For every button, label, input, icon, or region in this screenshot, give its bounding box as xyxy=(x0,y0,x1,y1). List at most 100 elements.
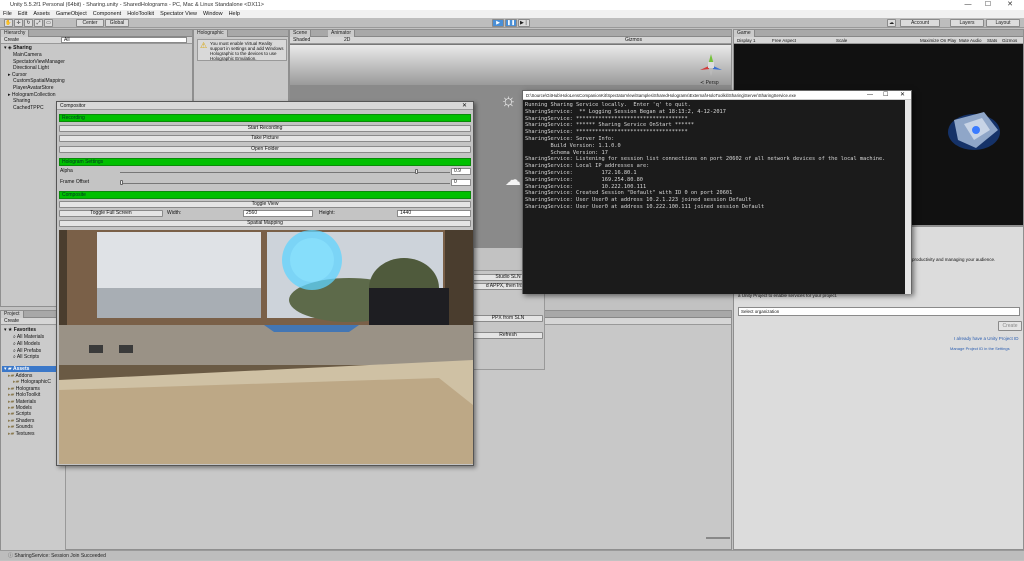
asset-folder[interactable]: ▸▰ HoloToolkit xyxy=(8,392,40,398)
hierarchy-item[interactable]: ▸ HologramCollection xyxy=(8,92,56,98)
layout-dropdown[interactable]: Layout xyxy=(986,19,1020,27)
alpha-value-field[interactable]: 0.9 xyxy=(451,168,471,175)
step-button[interactable]: ▶❘ xyxy=(518,19,530,27)
asset-folder[interactable]: ▸▰ Models xyxy=(8,405,32,411)
hand-tool-icon[interactable]: ✋ xyxy=(4,19,13,27)
alpha-slider-track[interactable] xyxy=(120,172,450,173)
hierarchy-create-button[interactable]: Create xyxy=(4,37,19,43)
shading-dropdown[interactable]: Shaded xyxy=(293,37,310,43)
aspect-dropdown[interactable]: Free Aspect xyxy=(772,37,796,44)
tab-project[interactable]: Project xyxy=(1,311,24,318)
display-dropdown[interactable]: Display 1 xyxy=(737,38,756,43)
hierarchy-item[interactable]: CachedTPPC xyxy=(13,105,44,111)
menu-item-help[interactable]: Help xyxy=(229,10,240,18)
asset-folder[interactable]: ▸▰ Textures xyxy=(8,431,35,437)
account-dropdown[interactable]: Account xyxy=(900,19,940,27)
console-minimize-button[interactable]: — xyxy=(867,91,873,100)
organization-select[interactable]: Select organization xyxy=(738,307,1020,316)
project-create-button[interactable]: Create xyxy=(4,318,19,324)
hierarchy-search-input[interactable]: All xyxy=(61,37,187,43)
already-have-project-link[interactable]: I already have a Unity Project ID xyxy=(954,336,1019,341)
alpha-slider-handle[interactable] xyxy=(415,169,418,174)
toggle-view-button[interactable]: Toggle View xyxy=(59,201,471,208)
asset-folder[interactable]: ▸▰ Holograms xyxy=(8,386,40,392)
game-gizmos-dropdown[interactable]: Gizmos xyxy=(1002,37,1017,44)
scene-icon: ◈ xyxy=(7,45,12,51)
menu-item-component[interactable]: Component xyxy=(93,10,121,18)
hierarchy-item[interactable]: Directional Light xyxy=(13,65,49,71)
favorite-item[interactable]: ⌕ All Models xyxy=(13,341,40,347)
asset-folder[interactable]: ▸▰ Sounds xyxy=(8,424,33,430)
frame-offset-slider-handle[interactable] xyxy=(120,180,123,185)
favorite-item[interactable]: ⌕ All Scripts xyxy=(13,354,39,360)
assets-folder[interactable]: ▾ ▰ Assets xyxy=(2,366,64,372)
menu-item-spectator-view[interactable]: Spectator View xyxy=(160,10,197,18)
hierarchy-item[interactable]: ▸ Cursor xyxy=(8,72,27,78)
rect-tool-icon[interactable]: ▭ xyxy=(44,19,53,27)
height-field[interactable]: 1440 xyxy=(397,210,471,217)
menu-item-gameobject[interactable]: GameObject xyxy=(56,10,87,18)
2d-toggle[interactable]: 2D xyxy=(344,37,350,44)
hierarchy-item[interactable]: Sharing xyxy=(13,98,30,104)
close-window-button[interactable]: ✕ xyxy=(1002,0,1018,10)
move-tool-icon[interactable]: ✛ xyxy=(14,19,23,27)
spatial-mapping-button[interactable]: Spatial Mapping xyxy=(59,220,471,227)
mute-audio-toggle[interactable]: Mute Audio xyxy=(959,37,982,44)
asset-folder[interactable]: ▸▰ Scripts xyxy=(8,411,31,417)
console-maximize-button[interactable]: ☐ xyxy=(883,91,888,100)
menu-item-window[interactable]: Window xyxy=(203,10,223,18)
menu-item-edit[interactable]: Edit xyxy=(18,10,27,18)
hierarchy-item[interactable]: MainCamera xyxy=(13,52,42,58)
refresh-button[interactable]: Refresh xyxy=(473,332,543,339)
frame-offset-slider-track[interactable] xyxy=(120,183,450,184)
manage-project-id-link[interactable]: Manage Project ID in the Settings xyxy=(950,346,1010,351)
tab-game[interactable]: Game xyxy=(734,30,755,37)
hierarchy-item[interactable]: CustomSpatialMapping xyxy=(13,78,65,84)
frame-offset-value-field[interactable]: 0 xyxy=(451,179,471,186)
menu-item-file[interactable]: File xyxy=(3,10,12,18)
asset-folder[interactable]: ▸▰ Addons xyxy=(8,373,32,379)
rotate-tool-icon[interactable]: ↻ xyxy=(24,19,33,27)
maximize-button[interactable]: ☐ xyxy=(980,0,996,10)
asset-folder[interactable]: ▸▰ Shaders xyxy=(8,418,34,424)
hierarchy-item[interactable]: PlayerAvatarStore xyxy=(13,85,53,91)
width-field[interactable]: 2560 xyxy=(243,210,313,217)
asset-folder[interactable]: ▸▰ Materials xyxy=(8,399,36,405)
tab-holographic[interactable]: Holographic xyxy=(194,30,228,37)
layers-dropdown[interactable]: Layers xyxy=(950,19,984,27)
cloud-icon[interactable]: ☁ xyxy=(887,19,896,27)
favorite-item[interactable]: ⌕ All Materials xyxy=(13,334,44,340)
console-scrollbar[interactable] xyxy=(905,100,911,294)
menu-item-holotoolkit[interactable]: HoloToolkit xyxy=(127,10,154,18)
console-close-button[interactable]: ✕ xyxy=(900,91,905,100)
maximize-on-play-toggle[interactable]: Maximize On Play xyxy=(920,37,956,44)
tab-scene[interactable]: Scene xyxy=(290,30,312,37)
zoom-slider[interactable] xyxy=(706,537,730,539)
favorites-folder[interactable]: ▾ ★ Favorites xyxy=(4,327,36,333)
asset-folder[interactable]: ▸▰ HolographicC xyxy=(13,379,51,385)
minimize-button[interactable]: — xyxy=(960,0,976,10)
compositor-close-button[interactable]: ✕ xyxy=(462,102,467,110)
hierarchy-item[interactable]: SpectatorViewManager xyxy=(13,59,65,65)
hierarchy-scene-sharing[interactable]: ▾ ◈ Sharing xyxy=(4,45,32,51)
build-appx-from-sln-button[interactable]: PPX from SLN xyxy=(473,315,543,322)
menu-item-assets[interactable]: Assets xyxy=(33,10,50,18)
pause-button[interactable]: ❚❚ xyxy=(505,19,517,27)
toggle-full-screen-button[interactable]: Toggle Full Screen xyxy=(59,210,163,217)
start-recording-button[interactable]: Start Recording xyxy=(59,125,471,132)
light-gizmo-icon[interactable]: ☼ xyxy=(500,90,520,110)
scale-tool-icon[interactable]: ⤢ xyxy=(34,19,43,27)
scene-orientation-gizmo[interactable] xyxy=(698,52,724,78)
tab-hierarchy[interactable]: Hierarchy xyxy=(1,30,30,37)
take-picture-button[interactable]: Take Picture xyxy=(59,135,471,142)
space-toggle[interactable]: Global xyxy=(105,19,129,27)
open-folder-button[interactable]: Open Folder xyxy=(59,146,471,153)
scene-sky xyxy=(290,45,731,85)
play-button[interactable]: ▶ xyxy=(492,19,504,27)
favorite-item[interactable]: ⌕ All Prefabs xyxy=(13,348,41,354)
pivot-toggle[interactable]: Center xyxy=(76,19,104,27)
tab-animator[interactable]: Animator xyxy=(328,30,356,37)
create-project-button[interactable]: Create xyxy=(998,321,1022,331)
stats-toggle[interactable]: Stats xyxy=(987,37,997,44)
scene-gizmos-dropdown[interactable]: Gizmos xyxy=(625,37,642,44)
